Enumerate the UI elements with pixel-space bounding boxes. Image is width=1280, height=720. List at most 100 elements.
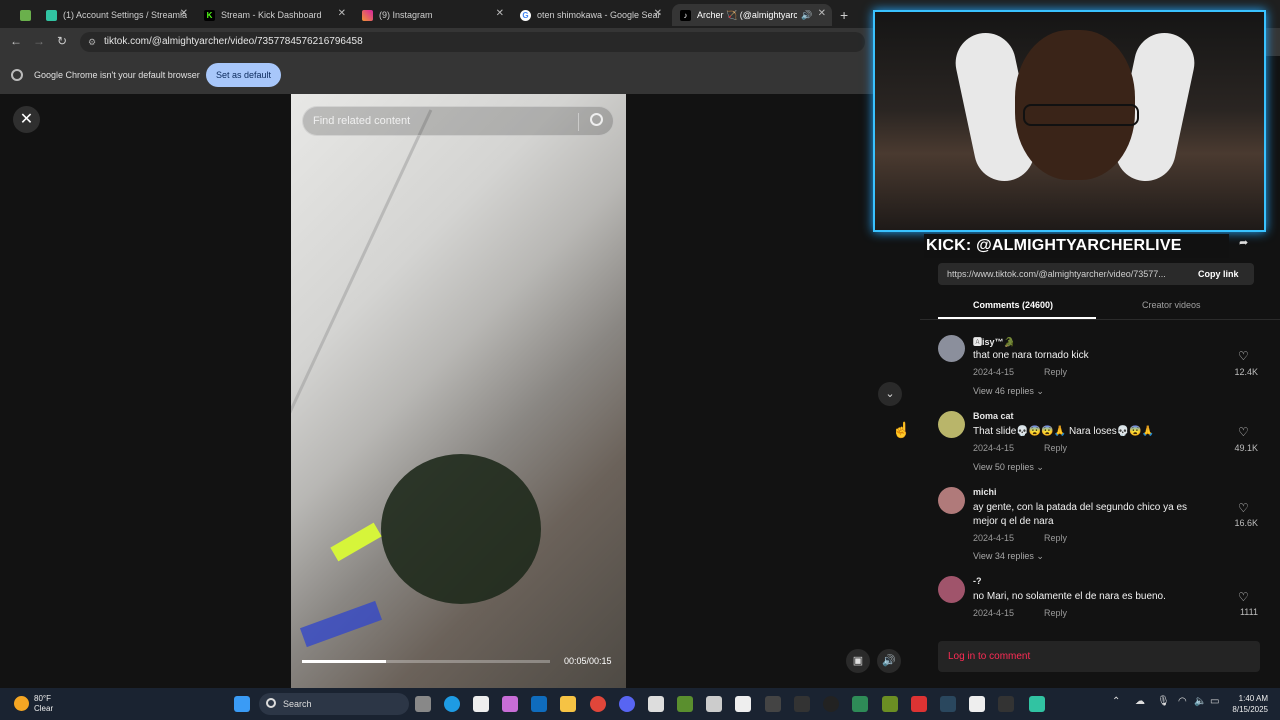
site-info-icon[interactable]: ⚙ — [88, 32, 96, 52]
like-count: 49.1K — [1234, 443, 1258, 453]
pip-button[interactable]: ▣ — [846, 649, 870, 673]
edge-icon[interactable] — [444, 696, 460, 712]
reply-button[interactable]: Reply — [1044, 533, 1067, 543]
app-icon[interactable] — [765, 696, 781, 712]
next-video-button[interactable]: ⌄ — [878, 382, 902, 406]
reply-button[interactable]: Reply — [1044, 443, 1067, 453]
microphone-icon[interactable]: 🎙 — [1157, 696, 1170, 707]
volume-button[interactable]: 🔊 — [877, 649, 901, 673]
comment-text: That slide💀😨😨🙏 Nara loses💀😨🙏 — [973, 426, 1155, 437]
heart-icon[interactable]: ♡ — [1238, 349, 1249, 363]
search-icon[interactable] — [590, 113, 603, 126]
share-link-url: https://www.tiktok.com/@almightyarcher/v… — [947, 269, 1166, 279]
close-tab-icon[interactable]: ✕ — [818, 8, 826, 19]
app-icon[interactable] — [473, 696, 489, 712]
like-count: 1111 — [1239, 607, 1258, 617]
volume-icon[interactable]: 🔈 — [1194, 696, 1206, 707]
tiktok-icon: ♪ — [680, 9, 691, 21]
comment-text: that one nara tornado kick — [973, 350, 1089, 361]
video-color-shape — [299, 600, 383, 648]
streamlabs-icon[interactable] — [1029, 696, 1045, 712]
video-progress-bar[interactable] — [302, 660, 550, 663]
close-tab-icon[interactable]: ✕ — [338, 8, 346, 19]
app-icon[interactable] — [969, 696, 985, 712]
comment-text: no Mari, no solamente el de nara es buen… — [973, 591, 1166, 602]
onedrive-icon[interactable]: ☁ — [1135, 696, 1145, 707]
minecraft-icon[interactable] — [677, 696, 693, 712]
comment-item: Boma cat That slide💀😨😨🙏 Nara loses💀😨🙏 20… — [938, 411, 1268, 481]
chrome-icon[interactable] — [590, 696, 606, 712]
close-tab-icon[interactable]: ✕ — [180, 8, 188, 19]
search-icon — [266, 698, 276, 708]
video-plant-shape — [381, 454, 541, 604]
app-icon[interactable] — [794, 696, 810, 712]
unreal-icon[interactable] — [823, 696, 839, 712]
comment-author[interactable]: michi — [973, 487, 997, 497]
comment-author[interactable]: -? — [973, 576, 982, 586]
share-icon[interactable]: ➦ — [1239, 236, 1248, 249]
avatar[interactable] — [938, 411, 965, 438]
close-tab-icon[interactable]: ✕ — [496, 8, 504, 19]
tab-kick-dashboard[interactable]: K Stream - Kick Dashboard ✕ — [196, 4, 352, 26]
video-time: 00:05/00:15 — [564, 656, 612, 666]
tray-chevron-icon[interactable]: ⌃ — [1112, 696, 1120, 707]
log-in-to-comment-button[interactable]: Log in to comment — [938, 641, 1260, 672]
comment-author[interactable]: Boma cat — [973, 411, 1014, 421]
set-as-default-button[interactable]: Set as default — [206, 63, 281, 87]
comment-date: 2024-4-15 — [973, 533, 1015, 543]
file-explorer-icon[interactable] — [560, 696, 576, 712]
tab-google-search[interactable]: G oten shimokawa - Google Sear ✕ — [512, 4, 668, 26]
heart-icon[interactable]: ♡ — [1238, 590, 1249, 604]
taskbar-search[interactable]: Search — [259, 693, 409, 715]
discord-icon[interactable] — [619, 696, 635, 712]
view-replies-button[interactable]: View 34 replies ⌄ — [973, 551, 1044, 562]
app-icon[interactable] — [998, 696, 1014, 712]
new-tab-button[interactable]: + — [832, 4, 856, 26]
comment-author[interactable]: 🅰isy™🐊 — [973, 335, 1015, 348]
view-replies-button[interactable]: View 50 replies ⌄ — [973, 462, 1044, 473]
video-player[interactable] — [291, 94, 626, 688]
reload-button[interactable]: ↻ — [57, 34, 67, 48]
url-field[interactable]: ⚙ tiktok.com/@almightyarcher/video/73577… — [80, 32, 865, 52]
back-button[interactable]: ← — [10, 34, 22, 48]
avatar[interactable] — [938, 576, 965, 603]
windows-start-icon[interactable] — [234, 696, 250, 712]
tab-tiktok[interactable]: ♪ Archer 🏹 (@almightyarche 🔊 ✕ — [672, 4, 832, 26]
tab-creator-videos[interactable]: Creator videos — [1142, 300, 1201, 310]
task-view-icon[interactable] — [415, 696, 431, 712]
extension-icon — [20, 9, 31, 21]
heart-icon[interactable]: ♡ — [1238, 425, 1249, 439]
store-icon[interactable] — [648, 696, 664, 712]
tab-extension[interactable] — [12, 4, 38, 26]
steam-icon[interactable] — [940, 696, 956, 712]
forward-button[interactable]: → — [33, 34, 45, 48]
volume-icon: 🔊 — [882, 655, 896, 667]
view-replies-button[interactable]: View 46 replies ⌄ — [973, 386, 1044, 397]
tab-comments[interactable]: Comments (24600) — [973, 300, 1053, 310]
copilot-icon[interactable] — [502, 696, 518, 712]
find-related-search[interactable]: Find related content — [302, 106, 614, 136]
weather-desc: Clear — [34, 704, 54, 713]
reply-button[interactable]: Reply — [1044, 367, 1067, 377]
app-icon[interactable] — [911, 696, 927, 712]
copy-link-button[interactable]: Copy link — [1198, 269, 1239, 279]
reply-button[interactable]: Reply — [1044, 608, 1067, 618]
audio-playing-icon[interactable]: 🔊 — [801, 10, 812, 21]
app-icon[interactable] — [706, 696, 722, 712]
outlook-icon[interactable] — [531, 696, 547, 712]
close-tab-icon[interactable]: ✕ — [654, 8, 662, 19]
avatar[interactable] — [938, 335, 965, 362]
close-video-button[interactable]: ✕ — [13, 106, 40, 133]
wifi-icon[interactable]: ◠ — [1178, 696, 1187, 707]
app-icon[interactable] — [882, 696, 898, 712]
document-icon[interactable] — [735, 696, 751, 712]
heart-icon[interactable]: ♡ — [1238, 501, 1249, 515]
tab-instagram[interactable]: (9) Instagram ✕ — [354, 4, 510, 26]
battery-icon[interactable]: ▭ — [1210, 696, 1219, 707]
tab-account-settings[interactable]: (1) Account Settings / Streamla ✕ — [38, 4, 194, 26]
taskbar-clock[interactable]: 1:40 AM 8/15/2025 — [1228, 693, 1268, 715]
chrome-icon — [11, 69, 23, 81]
clock-date: 8/15/2025 — [1232, 705, 1268, 714]
avatar[interactable] — [938, 487, 965, 514]
app-icon[interactable] — [852, 696, 868, 712]
